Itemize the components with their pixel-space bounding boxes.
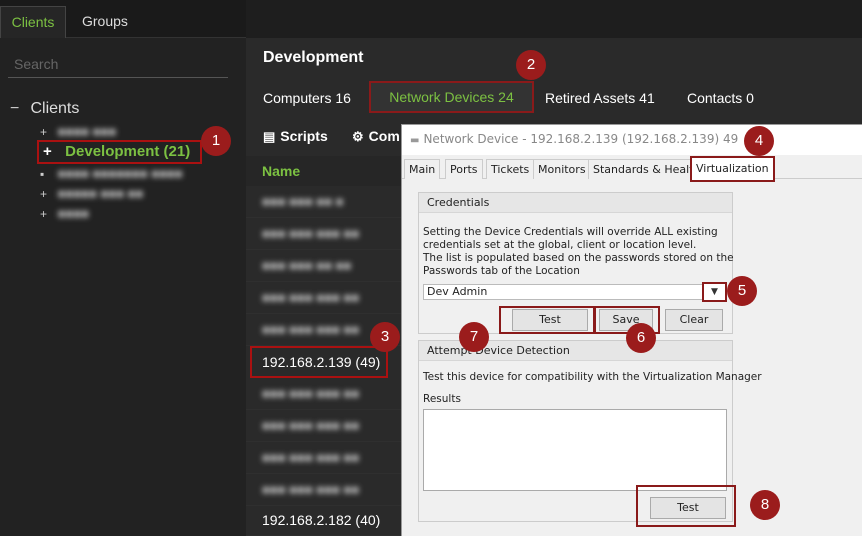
- table-row[interactable]: ■■■ ■■■ ■■■ ■■: [246, 474, 401, 506]
- tree-item-blurred[interactable]: + ■■■■■ ■■■ ■■: [40, 186, 143, 204]
- expand-icon[interactable]: +: [40, 187, 54, 201]
- tab-main[interactable]: Main: [404, 159, 441, 179]
- step-badge-1: 1: [201, 126, 231, 156]
- dialog-title: Network Device - 192.168.2.139 (192.168.…: [423, 132, 739, 146]
- credentials-text-2: credentials set at the global, client or…: [423, 239, 697, 251]
- tab-virtualization[interactable]: Virtualization: [690, 156, 775, 182]
- commands-button[interactable]: ⚙ Com: [352, 128, 400, 145]
- chevron-down-icon[interactable]: ▼: [702, 282, 727, 302]
- row-blurred: ■■■ ■■■ ■■■ ■■: [262, 418, 360, 433]
- dialog-title-bar: ▬ Network Device - 192.168.2.139 (192.168…: [402, 125, 862, 155]
- credentials-text-1: Setting the Device Credentials will over…: [423, 226, 718, 238]
- credentials-title: Credentials: [419, 193, 732, 213]
- expand-icon[interactable]: +: [40, 207, 54, 221]
- tab-contacts[interactable]: Contacts 0: [687, 90, 754, 106]
- scripts-icon: ▤: [263, 129, 276, 144]
- table-row[interactable]: ■■■ ■■■ ■■■ ■■: [246, 410, 401, 442]
- row-blurred: ■■■ ■■■ ■■■ ■■: [262, 482, 360, 497]
- scripts-label: Scripts: [280, 128, 328, 144]
- row-blurred: ■■■ ■■■ ■■■ ■■: [262, 290, 360, 305]
- row-blurred: ■■■ ■■■ ■■■ ■■: [262, 322, 360, 337]
- step-badge-7: 7: [459, 322, 489, 352]
- table-row[interactable]: ■■■ ■■■ ■■ ■■: [246, 250, 401, 282]
- row-blurred: ■■■ ■■■ ■■ ■■: [262, 258, 352, 273]
- results-box[interactable]: [423, 409, 727, 491]
- step-badge-5: 5: [727, 276, 757, 306]
- tree-root-clients[interactable]: − Clients: [10, 100, 79, 118]
- expand-icon[interactable]: +: [43, 142, 61, 162]
- credentials-text-4: Passwords tab of the Location: [423, 265, 580, 277]
- credentials-text-3: The list is populated based on the passw…: [423, 252, 734, 264]
- tree-item-blurred-label: ■■■■ ■■■: [57, 124, 117, 139]
- column-header-name[interactable]: Name: [246, 156, 401, 186]
- left-tab-bar: Clients Groups: [0, 0, 246, 38]
- tab-standards-health[interactable]: Standards & Health: [588, 159, 706, 179]
- row-blurred: ■■■ ■■■ ■■ ■: [262, 194, 344, 209]
- step-badge-8: 8: [750, 490, 780, 520]
- tree-item-development[interactable]: + Development (21): [37, 140, 202, 164]
- tree-root-label: Clients: [30, 100, 80, 117]
- tree-item-blurred[interactable]: ▪ ■■■■ ■■■■■■■ ■■■■: [40, 166, 183, 184]
- tab-retired-assets[interactable]: Retired Assets 41: [545, 90, 655, 106]
- step-badge-6: 6: [626, 323, 656, 353]
- table-row[interactable]: ■■■ ■■■ ■■ ■: [246, 186, 401, 218]
- scripts-button[interactable]: ▤ Scripts: [263, 128, 328, 145]
- table-row[interactable]: ■■■ ■■■ ■■■ ■■: [246, 282, 401, 314]
- commands-icon: ⚙: [352, 129, 364, 144]
- commands-label: Com: [368, 128, 400, 144]
- tab-clients[interactable]: Clients: [0, 6, 66, 38]
- tree-item-blurred-label: ■■■■: [57, 206, 90, 221]
- step-badge-2: 2: [516, 50, 546, 80]
- step-badge-4: 4: [744, 126, 774, 156]
- page-title: Development: [263, 49, 364, 66]
- tab-network-devices[interactable]: Network Devices 24: [369, 81, 534, 113]
- detection-text: Test this device for compatibility with …: [423, 371, 762, 383]
- row-blurred: ■■■ ■■■ ■■■ ■■: [262, 386, 360, 401]
- tab-tickets[interactable]: Tickets: [486, 159, 535, 179]
- tab-groups[interactable]: Groups: [82, 6, 128, 38]
- tree-item-blurred-label: ■■■■ ■■■■■■■ ■■■■: [57, 166, 183, 181]
- test-detection-button[interactable]: Test: [650, 497, 726, 519]
- test-credentials-button[interactable]: Test: [512, 309, 588, 331]
- row-blurred: ■■■ ■■■ ■■■ ■■: [262, 450, 360, 465]
- collapse-icon[interactable]: −: [10, 100, 26, 118]
- tree-item-development-label: Development (21): [65, 143, 191, 160]
- dialog-tab-bar: Main Ports Tickets Monitors Standards & …: [402, 156, 862, 182]
- tree-item-blurred-label: ■■■■■ ■■■ ■■: [57, 186, 144, 201]
- network-device-icon: ▬: [410, 135, 420, 146]
- step-badge-3: 3: [370, 322, 400, 352]
- tab-ports[interactable]: Ports: [445, 159, 483, 179]
- credentials-select[interactable]: Dev Admin: [423, 284, 721, 300]
- tab-monitors[interactable]: Monitors: [533, 159, 591, 179]
- table-row[interactable]: ■■■ ■■■ ■■■ ■■: [246, 218, 401, 250]
- tree-item-blurred[interactable]: + ■■■■: [40, 206, 89, 224]
- left-panel: Clients Groups − Clients + ■■■■ ■■■ + De…: [0, 0, 246, 536]
- table-row[interactable]: ■■■ ■■■ ■■■ ■■: [246, 442, 401, 474]
- results-label: Results: [423, 393, 461, 405]
- clear-button[interactable]: Clear: [665, 309, 723, 331]
- search-input[interactable]: [8, 50, 228, 78]
- row-blurred: ■■■ ■■■ ■■■ ■■: [262, 226, 360, 241]
- app-window: Clients Groups − Clients + ■■■■ ■■■ + De…: [0, 0, 862, 536]
- table-row[interactable]: ■■■ ■■■ ■■■ ■■: [246, 378, 401, 410]
- expand-icon[interactable]: +: [40, 125, 54, 139]
- table-row-selected[interactable]: 192.168.2.139 (49): [250, 346, 388, 378]
- tab-computers[interactable]: Computers 16: [263, 90, 351, 106]
- table-row[interactable]: 192.168.2.182 (40): [246, 504, 401, 536]
- expand-icon[interactable]: ▪: [40, 167, 54, 181]
